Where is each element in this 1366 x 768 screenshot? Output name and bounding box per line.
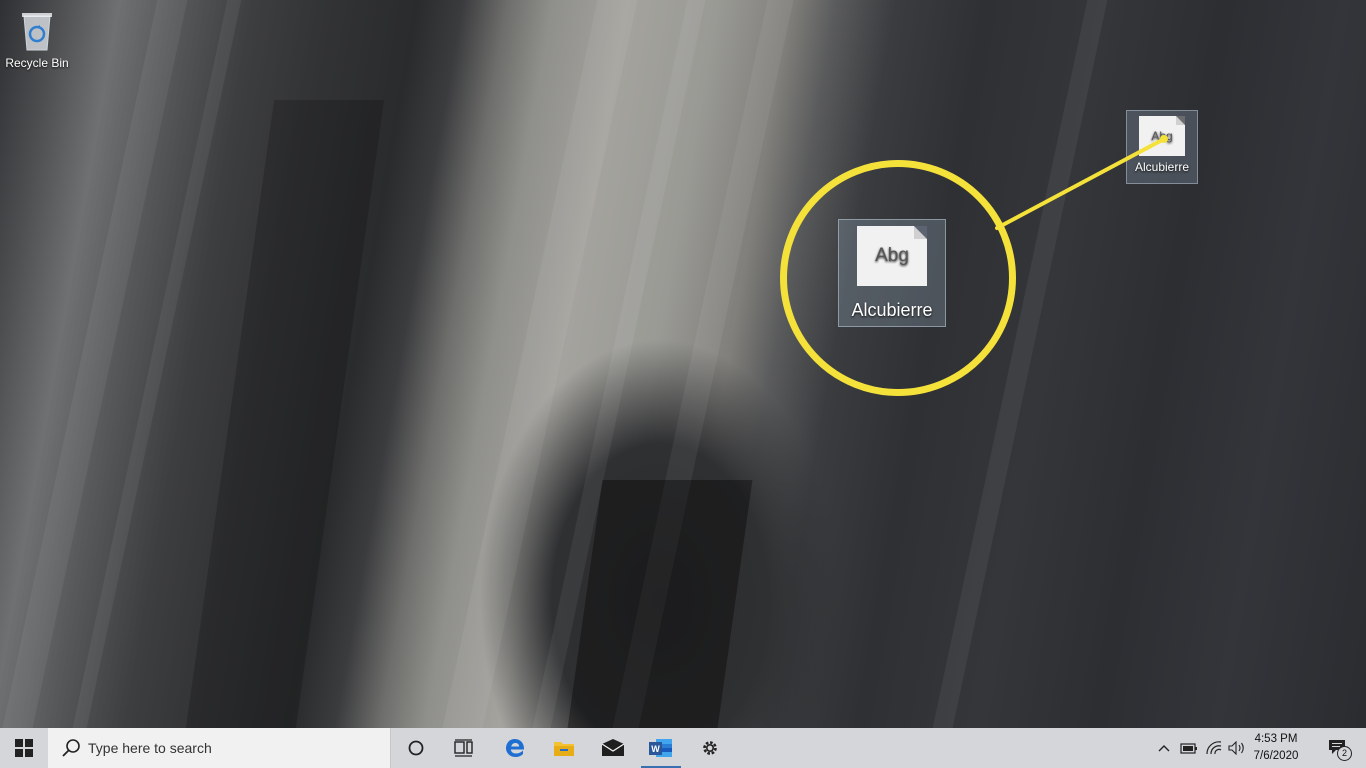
file-preview-text: Abg — [1151, 129, 1173, 143]
font-file-icon: Abg — [857, 226, 927, 286]
alcubierre-file-icon-small[interactable]: Abg Alcubierre — [1126, 110, 1198, 184]
font-file-icon: Abg — [1139, 116, 1185, 156]
recycle-bin-icon — [20, 10, 54, 52]
edge-button[interactable] — [491, 728, 539, 768]
task-view-icon — [454, 739, 473, 757]
task-view-button[interactable] — [440, 728, 488, 768]
word-icon: W — [649, 739, 672, 757]
system-clock[interactable]: 4:53 PM 7/6/2020 — [1244, 731, 1308, 765]
taskbar: Type here to search W 4:53 PM 7/6/2020 2 — [0, 728, 1366, 768]
file-preview-text: Abg — [875, 245, 909, 266]
action-center-button[interactable]: 2 — [1318, 728, 1358, 768]
wifi-icon — [1206, 741, 1222, 755]
taskbar-search-box[interactable]: Type here to search — [48, 728, 391, 768]
windows-start-icon — [15, 739, 33, 757]
mail-icon — [601, 739, 625, 756]
start-button[interactable] — [0, 728, 48, 768]
file-label: Alcubierre — [851, 300, 933, 320]
settings-button[interactable] — [686, 728, 734, 768]
battery-button[interactable] — [1178, 728, 1200, 768]
file-explorer-button[interactable] — [540, 728, 588, 768]
chevron-up-icon — [1158, 745, 1170, 752]
notification-count-badge: 2 — [1337, 746, 1352, 761]
mail-button[interactable] — [589, 728, 637, 768]
network-button[interactable] — [1204, 728, 1224, 768]
word-button[interactable]: W — [637, 728, 685, 768]
battery-icon — [1180, 743, 1197, 754]
recycle-bin-label: Recycle Bin — [5, 56, 69, 70]
svg-text:W: W — [651, 744, 660, 754]
alcubierre-file-icon-zoomed[interactable]: Abg Alcubierre — [838, 219, 946, 327]
search-icon — [62, 739, 80, 757]
clock-date: 7/6/2020 — [1253, 750, 1299, 762]
recycle-bin[interactable]: Recycle Bin — [0, 6, 74, 70]
cortana-button[interactable] — [392, 728, 440, 768]
desktop[interactable]: Recycle Bin Abg Alcubierre Abg Alcubierr… — [0, 0, 1366, 728]
file-explorer-icon — [554, 742, 574, 756]
search-placeholder: Type here to search — [88, 740, 212, 756]
show-hidden-icons-button[interactable] — [1156, 728, 1172, 768]
edge-icon — [506, 739, 525, 757]
settings-icon — [703, 741, 717, 755]
file-label: Alcubierre — [1134, 160, 1190, 174]
clock-time: 4:53 PM — [1254, 733, 1298, 745]
cortana-icon — [408, 740, 424, 756]
